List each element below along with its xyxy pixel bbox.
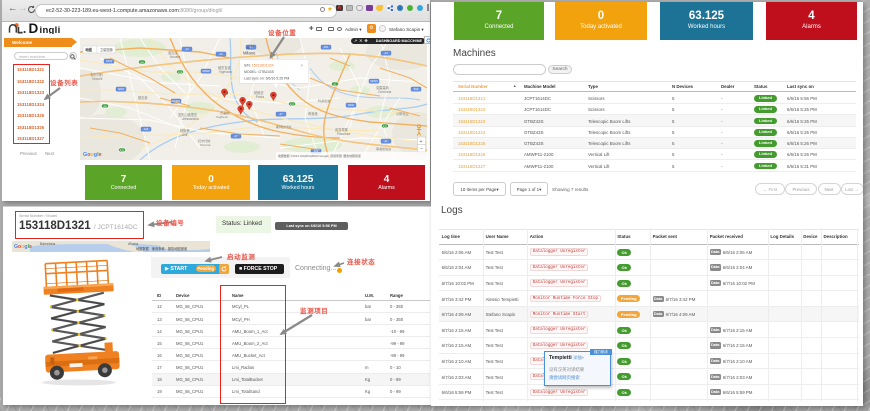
svg-text:设备编号: 设备编号 [156, 218, 184, 227]
svg-text:监测项目: 监测项目 [300, 306, 328, 315]
svg-text:设备位置: 设备位置 [268, 28, 296, 37]
svg-text:连接状态: 连接状态 [347, 257, 375, 266]
svg-text:设备列表: 设备列表 [50, 78, 78, 87]
svg-text:启动监测: 启动监测 [227, 252, 255, 261]
